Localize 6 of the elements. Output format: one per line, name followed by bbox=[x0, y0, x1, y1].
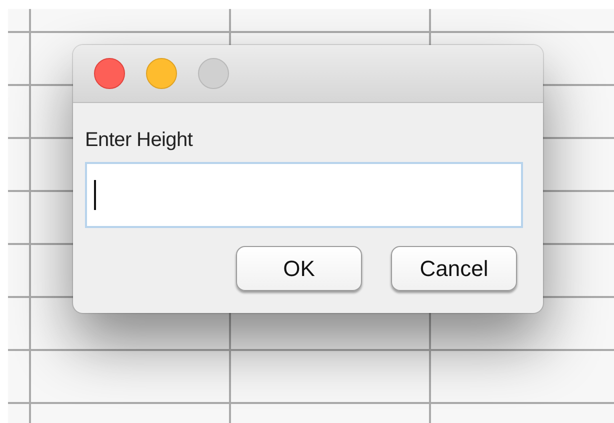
height-input-field[interactable] bbox=[85, 162, 523, 228]
close-window-button[interactable] bbox=[94, 58, 125, 89]
ok-button[interactable]: OK bbox=[236, 246, 362, 291]
minimize-window-button[interactable] bbox=[146, 58, 177, 89]
cancel-button[interactable]: Cancel bbox=[391, 246, 517, 291]
field-label: Enter Height bbox=[85, 129, 193, 153]
